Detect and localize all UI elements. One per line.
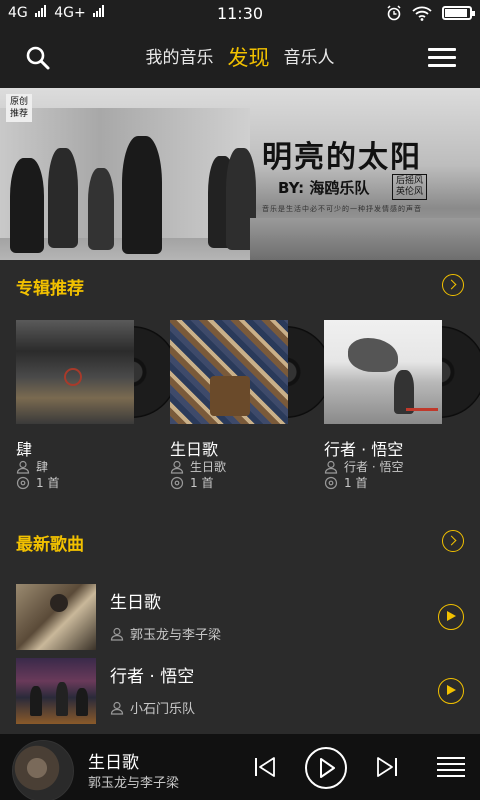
album-name: 生日歌	[170, 440, 219, 459]
song-section-title: 最新歌曲	[16, 535, 84, 555]
song-row[interactable]: 行者 · 悟空 小石门乐队	[0, 658, 480, 730]
album-track-count: 1 首	[36, 476, 60, 490]
now-playing-title: 生日歌	[88, 753, 139, 773]
song-row[interactable]: 生日歌 郭玉龙与李子梁	[0, 584, 480, 656]
now-playing-cover[interactable]	[12, 740, 74, 800]
album-card[interactable]: 生日歌 生日歌 1 首	[170, 320, 332, 490]
user-icon	[110, 701, 124, 715]
album-cover	[16, 320, 134, 424]
play-icon[interactable]	[438, 604, 464, 630]
banner-genre: 后摇风 英伦风	[392, 174, 428, 200]
wifi-icon	[412, 6, 432, 21]
tab-my-music[interactable]: 我的音乐	[146, 44, 214, 72]
disc-icon	[324, 476, 338, 489]
album-artist: 肆	[36, 460, 49, 474]
next-icon[interactable]	[374, 754, 400, 780]
featured-banner[interactable]: 原创 推荐 明亮的太阳 BY: 海鸥乐队 后摇风 英伦风 音乐是生活中必不可少的…	[0, 88, 480, 260]
album-more-icon[interactable]	[442, 274, 464, 296]
user-icon	[170, 460, 184, 474]
album-cover	[324, 320, 442, 424]
song-more-icon[interactable]	[442, 530, 464, 552]
disc-icon	[16, 476, 30, 489]
song-title: 生日歌	[110, 593, 161, 613]
play-pause-icon[interactable]	[304, 746, 348, 790]
top-nav: 我的音乐 发现 音乐人	[0, 28, 480, 88]
album-card[interactable]: 肆 肆 1 首	[16, 320, 178, 490]
song-artist: 小石门乐队	[130, 702, 196, 717]
previous-icon[interactable]	[252, 754, 278, 780]
play-icon[interactable]	[438, 678, 464, 704]
album-track-count: 1 首	[344, 476, 368, 490]
nav-tabs: 我的音乐 发现 音乐人	[0, 44, 480, 72]
status-bar: 4G 4G+ 11:30	[0, 0, 480, 28]
disc-icon	[170, 476, 184, 489]
tab-discover[interactable]: 发现	[228, 44, 270, 72]
song-thumbnail	[16, 584, 96, 650]
album-section-header: 专辑推荐	[0, 262, 480, 308]
album-artist: 生日歌	[190, 460, 227, 474]
album-name: 行者 · 悟空	[324, 440, 404, 459]
battery-icon	[442, 6, 475, 20]
banner-band: BY: 海鸥乐队	[278, 179, 370, 197]
banner-slogan: 音乐是生活中必不可少的一种抒发情感的声音	[262, 205, 422, 213]
album-track-count: 1 首	[190, 476, 214, 490]
banner-title: 明亮的太阳	[262, 140, 422, 175]
song-title: 行者 · 悟空	[110, 667, 195, 687]
tab-musicians[interactable]: 音乐人	[284, 44, 335, 72]
album-cover	[170, 320, 288, 424]
song-artist: 郭玉龙与李子梁	[130, 628, 222, 643]
album-card[interactable]: 行者 · 悟空 行者 · 悟空 1 首	[324, 320, 480, 490]
album-section-title: 专辑推荐	[16, 279, 84, 299]
alarm-icon	[387, 5, 401, 21]
album-name: 肆	[16, 440, 33, 459]
banner-tag: 原创 推荐	[6, 94, 33, 122]
user-icon	[324, 460, 338, 474]
song-thumbnail	[16, 658, 96, 724]
song-section-header: 最新歌曲	[0, 518, 480, 564]
mini-player: 生日歌 郭玉龙与李子梁	[0, 734, 480, 800]
now-playing-artist: 郭玉龙与李子梁	[88, 776, 180, 791]
menu-icon[interactable]	[428, 48, 456, 68]
user-icon	[16, 460, 30, 474]
album-artist: 行者 · 悟空	[344, 460, 404, 474]
user-icon	[110, 627, 124, 641]
playlist-icon[interactable]	[436, 756, 466, 778]
